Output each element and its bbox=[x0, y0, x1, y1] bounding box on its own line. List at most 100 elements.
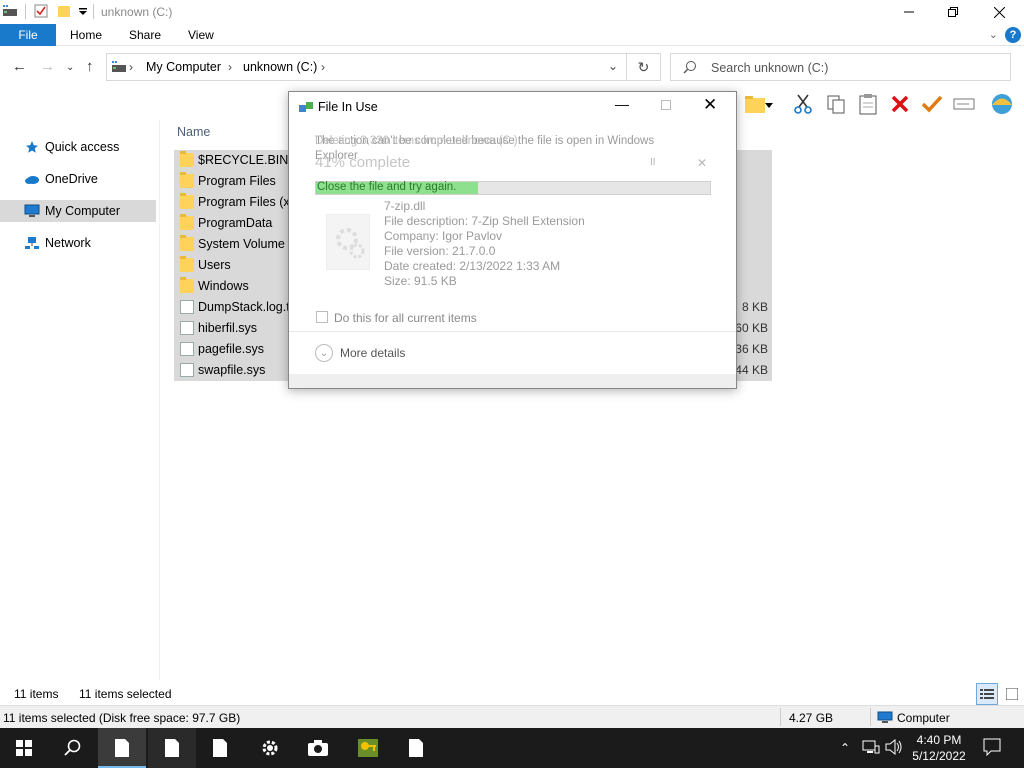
file-name: System Volume Information bbox=[198, 237, 288, 251]
star-icon bbox=[24, 139, 40, 155]
close-button[interactable] bbox=[976, 0, 1022, 24]
file-size: 44 KB bbox=[735, 363, 768, 377]
network-tray-icon[interactable] bbox=[862, 739, 880, 758]
status-total-size: 4.27 GB bbox=[789, 711, 834, 725]
more-details-chevron-icon[interactable]: ⌄ bbox=[315, 344, 333, 362]
status-bar: 11 items selected (Disk free space: 97.7… bbox=[0, 705, 1024, 728]
window-title: unknown (C:) bbox=[101, 5, 173, 19]
delete-progress-caption: Deleting 3,330 items from unknown (C:) bbox=[315, 135, 518, 147]
do-for-all-label[interactable]: Do this for all current items bbox=[334, 311, 477, 325]
file-size: 8 KB bbox=[741, 300, 768, 314]
sidebar-item-my-computer[interactable]: My Computer bbox=[0, 200, 156, 222]
rename-icon[interactable] bbox=[952, 92, 976, 116]
check-icon[interactable] bbox=[920, 92, 944, 116]
taskbar-app-document[interactable] bbox=[392, 728, 440, 768]
file-thumbnail bbox=[326, 214, 370, 270]
tab-view[interactable]: View bbox=[188, 28, 214, 42]
computer-icon bbox=[877, 711, 893, 727]
cut-icon[interactable] bbox=[791, 92, 815, 116]
progress-message: Close the file and try again. bbox=[317, 181, 457, 193]
minimize-button[interactable] bbox=[886, 0, 932, 24]
breadcrumb-my-computer[interactable]: My Computer bbox=[146, 60, 221, 74]
taskbar-app-file-explorer[interactable] bbox=[98, 728, 146, 768]
folder-icon bbox=[180, 277, 194, 293]
paste-icon[interactable] bbox=[856, 92, 880, 116]
file-version: File version: 21.7.0.0 bbox=[384, 244, 496, 258]
address-bar[interactable]: › My Computer › unknown (C:) › ⌄ ↻ bbox=[106, 53, 661, 81]
key-tool-icon[interactable] bbox=[344, 728, 392, 768]
help-button[interactable]: ? bbox=[1005, 27, 1021, 43]
shell-icon[interactable] bbox=[990, 92, 1014, 116]
delete-icon[interactable] bbox=[888, 92, 912, 116]
file-icon bbox=[180, 363, 194, 377]
large-icons-view-button[interactable] bbox=[1001, 683, 1023, 705]
folder-icon bbox=[180, 193, 194, 209]
customize-toolbar-icon[interactable] bbox=[75, 3, 91, 19]
dialog-minimize-button[interactable]: — bbox=[615, 96, 629, 112]
progress-bar: Close the file and try again. bbox=[315, 181, 711, 195]
more-details-button[interactable]: More details bbox=[340, 346, 405, 360]
search-box[interactable]: Search unknown (C:) bbox=[670, 53, 1011, 81]
breadcrumb-separator[interactable]: › bbox=[129, 60, 133, 74]
status-detail: 11 items selected (Disk free space: 97.7… bbox=[3, 711, 241, 725]
breadcrumb-separator[interactable]: › bbox=[228, 60, 232, 74]
dialog-maximize-button[interactable] bbox=[661, 100, 671, 110]
file-name: 7-zip.dll bbox=[384, 199, 426, 213]
up-button[interactable]: ↑ bbox=[86, 58, 94, 75]
settings-gear-icon[interactable] bbox=[246, 728, 294, 768]
column-header-name[interactable]: Name bbox=[177, 125, 210, 139]
address-dropdown-icon[interactable]: ⌄ bbox=[608, 59, 618, 73]
pause-button[interactable]: II bbox=[650, 157, 656, 168]
cancel-operation-button[interactable]: ✕ bbox=[697, 156, 707, 170]
file-name: Program Files (x86) bbox=[198, 195, 288, 209]
file-size: Size: 91.5 KB bbox=[384, 274, 457, 288]
dropdown-arrow-icon[interactable] bbox=[757, 93, 781, 117]
network-icon bbox=[24, 235, 40, 251]
file-name: Users bbox=[198, 258, 231, 272]
refresh-button[interactable]: ↻ bbox=[626, 54, 660, 80]
breadcrumb-drive[interactable]: unknown (C:) bbox=[243, 60, 317, 74]
back-button[interactable]: ← bbox=[12, 58, 27, 75]
dialog-title: File In Use bbox=[318, 100, 378, 114]
dialog-app-icon bbox=[299, 102, 313, 114]
item-count: 11 items bbox=[14, 687, 59, 701]
sidebar-item-onedrive[interactable]: OneDrive bbox=[0, 168, 156, 190]
toolbar-divider bbox=[93, 4, 94, 19]
details-view-button[interactable] bbox=[976, 683, 998, 705]
file-icon bbox=[180, 321, 194, 335]
file-name: pagefile.sys bbox=[198, 342, 265, 356]
search-taskbar-button[interactable] bbox=[48, 728, 96, 768]
taskbar-app-document[interactable] bbox=[196, 728, 244, 768]
dialog-close-button[interactable]: ✕ bbox=[703, 95, 717, 115]
clock[interactable]: 4:40 PM 5/12/2022 bbox=[907, 732, 971, 764]
volume-icon[interactable] bbox=[885, 738, 903, 758]
sidebar-item-network[interactable]: Network bbox=[0, 232, 156, 254]
show-hidden-icons-icon[interactable]: ⌃ bbox=[840, 741, 850, 755]
file-in-use-dialog: File In Use — ✕ The action can't be comp… bbox=[288, 91, 737, 389]
properties-icon[interactable] bbox=[33, 3, 49, 19]
do-for-all-checkbox[interactable] bbox=[316, 311, 328, 323]
breadcrumb-separator[interactable]: › bbox=[321, 60, 325, 74]
notifications-icon[interactable] bbox=[983, 738, 1001, 759]
recent-locations-icon[interactable]: ⌄ bbox=[66, 62, 74, 73]
file-name: DumpStack.log.tmp bbox=[198, 300, 288, 314]
forward-button[interactable]: → bbox=[40, 58, 55, 75]
taskbar: ⌃ 4:40 PM 5/12/2022 bbox=[0, 728, 1024, 768]
clock-time: 4:40 PM bbox=[916, 733, 962, 747]
search-icon bbox=[683, 60, 697, 77]
taskbar-app-document[interactable] bbox=[148, 728, 196, 768]
sidebar-item-quick-access[interactable]: Quick access bbox=[0, 136, 156, 158]
restore-button[interactable] bbox=[930, 0, 976, 24]
new-folder-icon[interactable] bbox=[56, 3, 72, 19]
file-icon bbox=[180, 342, 194, 356]
collapse-ribbon-icon[interactable]: ⌄ bbox=[989, 28, 998, 41]
cloud-icon bbox=[24, 171, 40, 187]
tab-share[interactable]: Share bbox=[129, 28, 161, 42]
drive-icon bbox=[2, 3, 18, 19]
camera-icon[interactable] bbox=[294, 728, 342, 768]
start-button[interactable] bbox=[0, 728, 48, 768]
copy-icon[interactable] bbox=[824, 92, 848, 116]
computer-icon bbox=[24, 203, 40, 219]
tab-file[interactable]: File bbox=[0, 24, 56, 46]
tab-home[interactable]: Home bbox=[70, 28, 102, 42]
